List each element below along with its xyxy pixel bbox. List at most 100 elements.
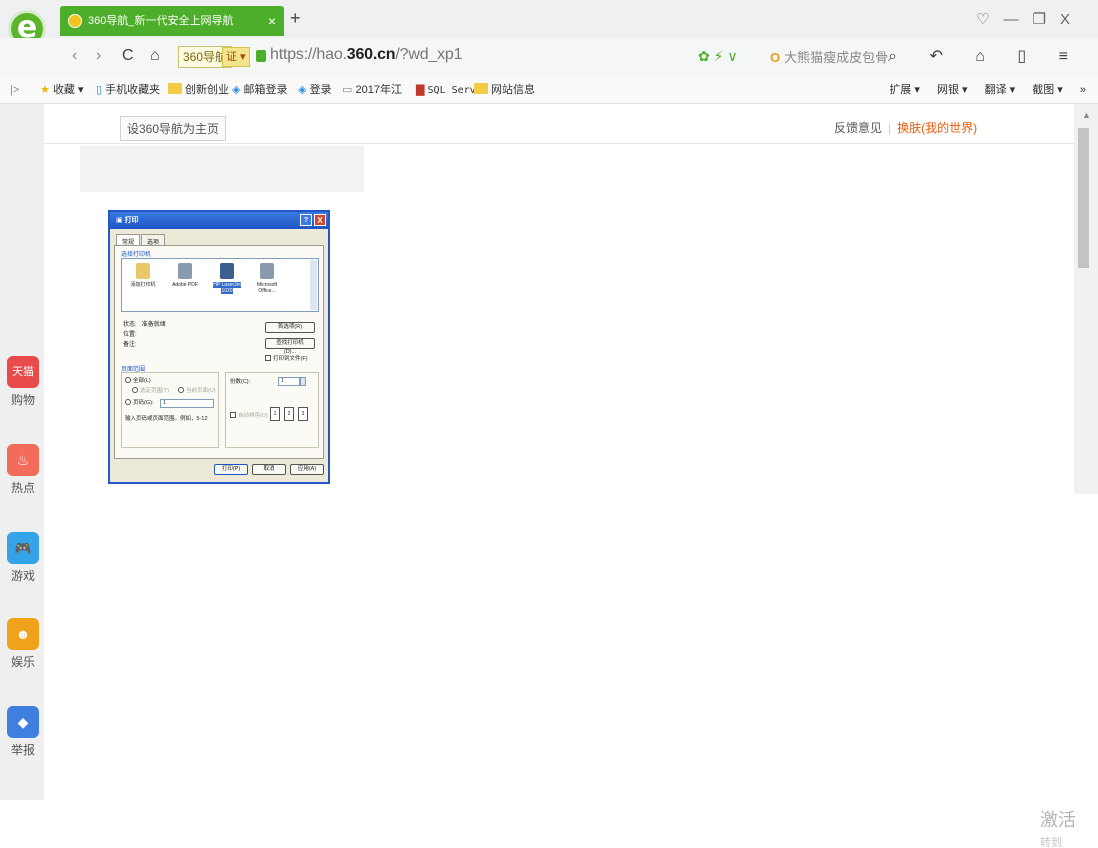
printer-list[interactable]: 添加打印机 Adobe PDF HP LaserJet 1020 Microso… <box>121 258 319 312</box>
collate-label: 自动排序(O) <box>238 413 268 419</box>
close-window-button[interactable]: X <box>1060 11 1084 28</box>
bookmark-login[interactable]: ◈ 登录 <box>298 76 332 104</box>
sidebar-item-report[interactable]: ◆ 举报 <box>6 706 40 758</box>
sql-icon: ▇ <box>416 84 425 96</box>
sidebar-item-label: 热点 <box>10 481 35 495</box>
sidebar-toggle-icon[interactable]: |> <box>10 76 19 104</box>
radio-icon <box>125 399 131 405</box>
bookmark-mail-login[interactable]: ◈ 邮箱登录 <box>232 76 288 104</box>
bookmark-favorites[interactable]: ★ 收藏 ▾ <box>40 76 84 104</box>
360-search-icon: O <box>770 50 781 65</box>
sidebar-item-hot[interactable]: ♨ 热点 <box>6 444 40 496</box>
scroll-thumb[interactable] <box>1078 128 1089 268</box>
collate-page-icon: 3 <box>298 407 308 421</box>
bookmark-2017[interactable]: ▭ 2017年江 <box>342 76 402 104</box>
range-current-label: 当前页面(U) <box>186 388 216 394</box>
printer-list-scrollbar[interactable] <box>310 260 317 310</box>
printer-label: 添加打印机 <box>130 282 156 288</box>
tab-360-nav[interactable]: 360导航_新一代安全上网导航 × <box>60 6 284 36</box>
netbank-button[interactable]: 网银 ▾ <box>937 84 968 96</box>
browser-window: e 360导航_新一代安全上网导航 × + ♡—❐X ‹ › C ⌂ 360导航… <box>0 0 1098 848</box>
sidebar-item-entertainment[interactable]: ☻ 娱乐 <box>6 618 40 670</box>
preferences-button[interactable]: 首选项(R) <box>265 322 315 333</box>
sidebar-item-label: 娱乐 <box>10 655 35 669</box>
translate-button[interactable]: 翻译 ▾ <box>985 84 1016 96</box>
bookmark-sql[interactable]: ▇ SQL Serv <box>416 76 476 105</box>
sidebar-item-games[interactable]: 🎮 游戏 <box>6 532 40 584</box>
add-printer-icon <box>136 263 150 279</box>
range-selection-radio[interactable]: 选定范围(T) <box>132 387 169 395</box>
copies-stepper[interactable] <box>300 377 306 386</box>
collate-checkbox[interactable]: 自动排序(O) <box>230 411 268 419</box>
page-scrollbar[interactable]: ▲ <box>1074 104 1098 494</box>
sidebar-item-label: 游戏 <box>10 569 35 583</box>
bookmark-site-info[interactable]: 网站信息 <box>474 76 535 104</box>
change-skin-link[interactable]: 换肤(我的世界) <box>897 121 977 135</box>
printer-item-adobe[interactable]: Adobe PDF <box>168 263 202 288</box>
apply-button[interactable]: 应用(A) <box>290 464 324 475</box>
find-printer-button[interactable]: 查找打印机(D)... <box>265 338 315 355</box>
printer-item-microsoft[interactable]: Microsoft Office... <box>250 263 284 294</box>
bookmark-label: 手机收藏夹 <box>105 84 161 96</box>
navigation-bar: ‹ › C ⌂ 360导航 证 ▾ https://hao.360.cn/?wd… <box>0 38 1098 76</box>
cert-badge[interactable]: 证 ▾ <box>222 47 250 67</box>
printer-label: Adobe PDF <box>172 282 198 288</box>
printer-icon <box>178 263 192 279</box>
diamond-icon: ◈ <box>232 84 241 96</box>
security-icons[interactable]: ✿ ⚡ ∨ <box>698 48 738 65</box>
refresh-button[interactable]: C <box>122 47 134 65</box>
restore-button[interactable]: ❐ <box>1033 11 1060 28</box>
tab-title: 360导航_新一代安全上网导航 <box>88 15 234 27</box>
flame-icon: ♨ <box>7 444 39 476</box>
left-sidebar: 天猫 购物 ♨ 热点 🎮 游戏 ☻ 娱乐 ◆ 举报 <box>0 104 44 800</box>
scroll-up-icon[interactable]: ▲ <box>1082 110 1091 120</box>
dialog-title: 打印 <box>124 217 139 224</box>
new-tab-button[interactable]: + <box>290 8 301 29</box>
forward-button[interactable]: › <box>96 47 101 65</box>
range-all-label: 全部(L) <box>133 378 151 384</box>
range-current-radio[interactable]: 当前页面(U) <box>178 387 216 395</box>
general-panel: 选择打印机 添加打印机 Adobe PDF HP LaserJet 1020 M… <box>114 245 324 459</box>
bookmark-label: 网站信息 <box>491 84 535 96</box>
page-range-group: 全部(L) 选定范围(T) 当前页面(U) 页码(G): 1 输入页码或页面范围… <box>121 372 219 448</box>
status-label: 状态: <box>123 322 137 328</box>
bookmark-mobile[interactable]: ▯ 手机收藏夹 <box>96 76 160 104</box>
printer-title-icon: ▣ <box>116 217 125 224</box>
copies-label: 份数(C): <box>230 379 251 385</box>
gamepad-icon: 🎮 <box>7 532 39 564</box>
sidebar-item-label: 举报 <box>10 743 35 757</box>
tab-close-button[interactable]: × <box>268 6 276 36</box>
home-button[interactable]: ⌂ <box>150 47 160 65</box>
more-chevron-icon[interactable]: » <box>1080 84 1086 96</box>
cancel-button[interactable]: 取消 <box>252 464 286 475</box>
bookmark-label: 创新创业 <box>185 84 229 96</box>
activation-watermark: 激活 <box>1040 810 1076 830</box>
status-value: 准备就绪 <box>141 322 166 328</box>
toolbar-icons[interactable]: ⌕ ↶ ⌂ ▯ ≡ <box>888 46 1082 66</box>
sidebar-item-shopping[interactable]: 天猫 购物 <box>6 356 40 408</box>
printer-item-add[interactable]: 添加打印机 <box>126 263 160 288</box>
help-button[interactable]: ? <box>300 214 312 226</box>
back-button[interactable]: ‹ <box>72 47 77 65</box>
minimize-button[interactable]: — <box>1004 11 1033 28</box>
copies-input[interactable]: 1 <box>278 377 300 386</box>
range-pages-radio[interactable]: 页码(G): <box>125 399 153 407</box>
search-placeholder: 大熊猫瘦成皮包骨 <box>784 50 889 65</box>
address-bar[interactable]: https://hao.360.cn/?wd_xp1 <box>270 46 462 64</box>
dialog-close-button[interactable]: X <box>314 214 326 226</box>
printer-item-hp[interactable]: HP LaserJet 1020 <box>210 263 244 294</box>
select-printer-label: 选择打印机 <box>121 252 152 258</box>
set-homepage-button[interactable]: 设360导航为主页 <box>120 116 227 141</box>
diamond-icon: ◈ <box>298 84 307 96</box>
extensions-button[interactable]: 扩展 ▾ <box>889 84 920 96</box>
print-to-file-checkbox[interactable]: 打印到文件(F) <box>265 354 308 362</box>
feedback-link[interactable]: 反馈意见 <box>834 121 882 135</box>
screenshot-button[interactable]: 截图 ▾ <box>1032 84 1063 96</box>
range-all-radio[interactable]: 全部(L) <box>125 377 151 385</box>
bookmark-innovation[interactable]: 创新创业 <box>168 76 229 104</box>
bookmark-label: 邮箱登录 <box>243 84 288 96</box>
skin-icon[interactable]: ♡ <box>976 11 1003 28</box>
pages-input[interactable]: 1 <box>160 399 214 408</box>
print-button[interactable]: 打印(P) <box>214 464 248 475</box>
phone-icon: ▯ <box>96 84 103 96</box>
